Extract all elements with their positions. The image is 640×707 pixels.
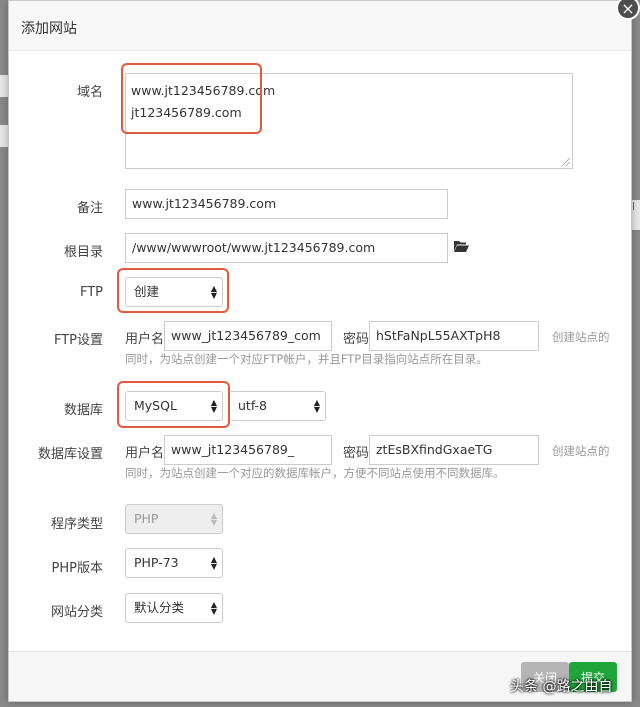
remark-input[interactable]: www.jt123456789.com — [125, 189, 448, 219]
db-hint-line2: 同时，为站点创建一个对应的数据库帐户，方便不同站点使用不同数据库。 — [125, 466, 505, 480]
database-label: 数据库 — [63, 403, 103, 418]
site-category-value: 默认分类 — [134, 600, 185, 615]
site-category-label: 网站分类 — [50, 605, 103, 620]
highlight-box — [117, 268, 229, 313]
highlight-box — [121, 63, 262, 134]
ftp-username-input[interactable]: www_jt123456789_com — [164, 321, 332, 351]
site-category-select[interactable]: 默认分类 ▲ ▼ — [125, 593, 223, 623]
ftp-user-label: 用户名 — [125, 332, 165, 347]
dialog-header: 添加网站 — [9, 1, 631, 51]
select-arrows-icon: ▲ ▼ — [210, 600, 217, 616]
root-dir-label: 根目录 — [63, 245, 103, 260]
db-password-label: 密码 — [343, 446, 370, 461]
background-page-fragment: l — [632, 200, 640, 230]
ftp-label: FTP — [79, 285, 103, 300]
charset-select[interactable]: utf-8 ▲ ▼ — [229, 391, 326, 421]
charset-select-value: utf-8 — [238, 398, 268, 413]
ftp-hint-line2: 同时，为站点创建一个对应FTP帐户，并且FTP目录指向站点所在目录。 — [125, 352, 488, 366]
php-version-label: PHP版本 — [51, 561, 103, 576]
add-site-dialog: 添加网站 域名 www.jt123456789.com jt123456789.… — [8, 0, 632, 702]
background-text: l — [632, 200, 636, 213]
remark-label: 备注 — [76, 201, 103, 216]
ftp-settings-label: FTP设置 — [53, 333, 103, 348]
select-arrows-icon: ▲ ▼ — [210, 511, 217, 527]
resize-grip-icon[interactable] — [562, 158, 570, 166]
root-dir-input[interactable]: /www/wwwroot/www.jt123456789.com — [125, 233, 448, 263]
close-icon[interactable]: × — [616, 0, 640, 20]
highlight-box — [117, 381, 230, 428]
program-type-label: 程序类型 — [50, 517, 103, 532]
ftp-hint: 创建站点的 — [552, 330, 610, 344]
domain-label: 域名 — [76, 85, 103, 100]
php-version-value: PHP-73 — [134, 555, 179, 570]
php-version-select[interactable]: PHP-73 ▲ ▼ — [125, 548, 223, 578]
db-password-input[interactable]: ztEsBXfindGxaeTG — [369, 435, 539, 465]
db-hint: 创建站点的 — [552, 444, 610, 458]
select-arrows-icon: ▲ ▼ — [313, 398, 320, 414]
ftp-password-input[interactable]: hStFaNpL55AXTpH8 — [369, 321, 539, 351]
folder-open-icon[interactable] — [453, 239, 469, 253]
dialog-title: 添加网站 — [21, 21, 77, 37]
db-settings-label: 数据库设置 — [37, 447, 103, 462]
db-user-label: 用户名 — [125, 446, 165, 461]
db-username-input[interactable]: www_jt123456789_ — [164, 435, 332, 465]
watermark: 头条 @路之由自 — [510, 679, 613, 695]
ftp-password-label: 密码 — [343, 332, 370, 347]
program-type-value: PHP — [134, 511, 159, 526]
program-type-select: PHP ▲ ▼ — [125, 504, 223, 534]
select-arrows-icon: ▲ ▼ — [210, 555, 217, 571]
